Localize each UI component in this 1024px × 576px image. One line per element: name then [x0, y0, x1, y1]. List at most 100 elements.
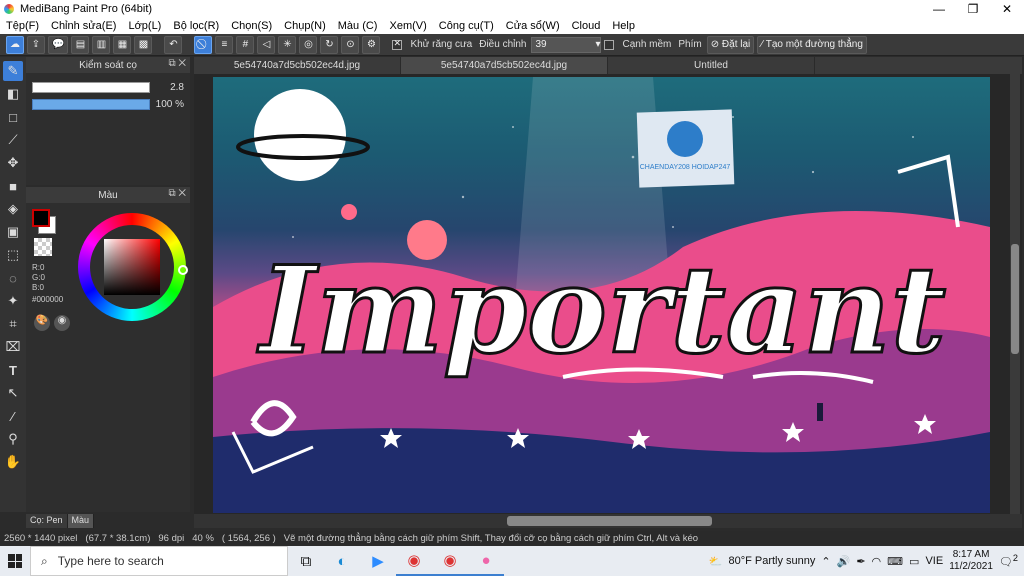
select-tool-icon[interactable]: ⬚	[3, 245, 23, 265]
chrome-profile-icon[interactable]: ◉	[432, 546, 468, 576]
tab-color[interactable]: Màu	[67, 514, 95, 528]
menu-color[interactable]: Màu (C)	[332, 20, 384, 32]
weather-text[interactable]: 80°F Partly sunny	[728, 555, 815, 567]
message-icon[interactable]: ▤	[71, 35, 90, 54]
lasso-tool-icon[interactable]: ◌	[3, 268, 23, 288]
material-icon[interactable]: ▦	[113, 35, 132, 54]
cursor-coords: ( 1564, 256 )	[221, 532, 276, 544]
grid-icon[interactable]: ▩	[134, 35, 153, 54]
panel-controls[interactable]: ⧉ ✕	[168, 188, 186, 199]
magic-wand-tool-icon[interactable]: ✦	[3, 291, 23, 311]
drawing-canvas[interactable]: CHAENDAY208 HOIDAP247 Important	[213, 77, 990, 513]
tab-document-2[interactable]: 5e54740a7d5cb502ec4d.jpg	[401, 57, 608, 74]
taskbar-search[interactable]: ⌕ Type here to search	[30, 546, 288, 576]
select-pen-tool-icon[interactable]: ⌗	[3, 314, 23, 334]
dot-tool-icon[interactable]: ⟋	[3, 130, 23, 150]
document-icon[interactable]: ▥	[92, 35, 111, 54]
gradient-tool-icon[interactable]: ▣	[3, 222, 23, 242]
menu-cloud[interactable]: Cloud	[566, 20, 607, 32]
comment-icon[interactable]: 💬	[48, 35, 69, 54]
keyboard-icon[interactable]: ⌨	[887, 555, 903, 568]
menu-file[interactable]: Tệp(F)	[0, 20, 45, 32]
medibang-taskbar-icon[interactable]: ●	[468, 546, 504, 576]
brush-opacity-value: 100 %	[155, 98, 184, 110]
snap-grid-icon[interactable]: #	[236, 35, 255, 54]
move-tool-icon[interactable]: ✥	[3, 153, 23, 173]
menu-filter[interactable]: Bộ lọc(R)	[167, 20, 225, 32]
menu-select[interactable]: Chọn(S)	[225, 20, 278, 32]
divide-tool-icon[interactable]: ⁄	[3, 406, 23, 426]
vertical-scroll-thumb[interactable]	[1011, 244, 1019, 354]
snap-perspective-icon[interactable]: ◁	[257, 35, 276, 54]
task-view-icon[interactable]: ⧉	[288, 546, 324, 576]
eraser-tool-icon[interactable]: ◧	[3, 84, 23, 104]
status-hint: Vẽ một đường thẳng bằng cách giữ phím Sh…	[283, 532, 699, 544]
transparent-swatch[interactable]	[34, 238, 52, 256]
snap-circle-icon[interactable]: ◎	[299, 35, 318, 54]
operation-tool-icon[interactable]: ↖	[3, 383, 23, 403]
menu-layer[interactable]: Lớp(L)	[122, 20, 167, 32]
hue-marker[interactable]	[178, 265, 188, 275]
create-line-button[interactable]: ∕ Tạo một đường thẳng	[757, 35, 867, 54]
snap-parallel-icon[interactable]: ≡	[215, 35, 234, 54]
soft-edge-checkbox[interactable]	[604, 39, 615, 50]
select-eraser-tool-icon[interactable]: ⌧	[3, 337, 23, 357]
eyedropper-tool-icon[interactable]: ⚲	[3, 429, 23, 449]
palette-add-icon[interactable]: ◉	[54, 315, 70, 331]
menu-window[interactable]: Cửa sổ(W)	[500, 20, 566, 32]
rectangle-tool-icon[interactable]: □	[3, 107, 23, 127]
antialias-checkbox[interactable]	[392, 38, 403, 50]
brush-tool-icon[interactable]: ✎	[3, 61, 23, 81]
horizontal-scroll-thumb[interactable]	[507, 516, 712, 526]
text-tool-icon[interactable]: T	[3, 360, 23, 380]
adjust-dropdown[interactable]: 39 ▾	[531, 36, 602, 53]
settings-icon[interactable]: ⚙	[362, 35, 381, 54]
hand-tool-icon[interactable]: ✋	[3, 452, 23, 472]
undo-icon[interactable]: ↶	[164, 35, 183, 54]
language-indicator[interactable]: VIE	[925, 555, 943, 567]
menu-capture[interactable]: Chụp(N)	[278, 20, 332, 32]
tray-chevron-icon[interactable]: ⌃	[821, 555, 830, 568]
panel-controls[interactable]: ⧉ ✕	[168, 58, 186, 69]
snap-ellipse-icon[interactable]: ⊙	[341, 35, 360, 54]
snap-off-icon[interactable]: ⃠	[194, 35, 213, 54]
chrome-icon[interactable]: ◉	[396, 546, 432, 576]
minimize-button[interactable]: —	[922, 2, 956, 16]
cloud-icon[interactable]: ☁	[6, 35, 24, 54]
tab-untitled[interactable]: Untitled	[608, 57, 815, 74]
saturation-square[interactable]	[104, 239, 160, 295]
palette-icon[interactable]: 🎨	[34, 315, 50, 331]
hue-ring[interactable]	[78, 213, 188, 321]
edge-icon[interactable]: ◐	[324, 546, 360, 576]
volume-icon[interactable]: 🔊	[837, 555, 851, 568]
share-icon[interactable]: ⇪	[27, 35, 45, 54]
bucket-tool-icon[interactable]: ◈	[3, 199, 23, 219]
pen-icon[interactable]: ✒	[856, 555, 865, 568]
tab-brush[interactable]: Cọ: Pen	[26, 514, 68, 528]
maximize-button[interactable]: ❐	[956, 2, 990, 16]
foreground-color-swatch[interactable]	[32, 209, 50, 227]
reset-button[interactable]: ⊘ Đặt lại	[706, 35, 755, 54]
snap-curve-icon[interactable]: ↻	[320, 35, 339, 54]
fill-rect-tool-icon[interactable]: ■	[3, 176, 23, 196]
menu-help[interactable]: Help	[606, 20, 641, 32]
zoom-icon[interactable]: ▶	[360, 546, 396, 576]
clock[interactable]: 8:17 AM 11/2/2021	[949, 549, 993, 573]
display-icon[interactable]: ▭	[909, 555, 919, 568]
brush-size-slider[interactable]	[32, 81, 150, 93]
brush-panel-title: Kiểm soát cọ	[79, 59, 137, 71]
menu-edit[interactable]: Chỉnh sửa(E)	[45, 20, 122, 32]
keys-label: Phím	[678, 39, 702, 50]
tab-document-1[interactable]: 5e54740a7d5cb502ec4d.jpg	[194, 57, 401, 74]
close-button[interactable]: ✕	[990, 2, 1024, 16]
notification-icon[interactable]: 🗨2	[999, 553, 1018, 569]
menu-view[interactable]: Xem(V)	[383, 20, 432, 32]
wifi-icon[interactable]: ◠	[872, 555, 882, 568]
snap-radial-icon[interactable]: ✳	[278, 35, 297, 54]
brush-opacity-slider[interactable]	[32, 98, 150, 110]
start-button[interactable]	[0, 546, 30, 576]
menu-tools[interactable]: Công cụ(T)	[433, 20, 500, 32]
horizontal-scrollbar[interactable]	[194, 514, 1022, 528]
vertical-scrollbar[interactable]	[1010, 74, 1020, 514]
windows-logo-icon	[8, 554, 22, 568]
